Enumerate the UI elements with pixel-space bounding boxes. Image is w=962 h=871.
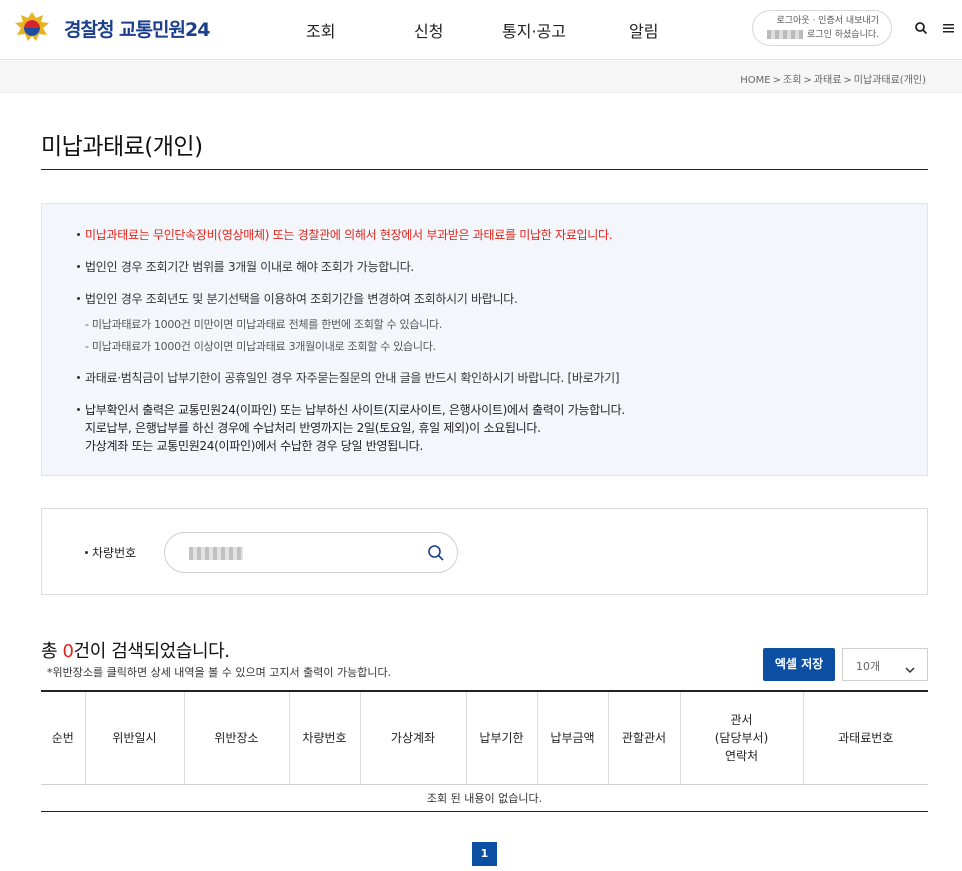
notice-line-3-sub-2: - 미납과태료가 1000건 이상이면 미납과태료 3개월이내로 조회할 수 있… (85, 340, 436, 353)
col-header-amount: 납부금액 (536, 690, 608, 785)
login-status-text: 로그인 하셨습니다. (807, 30, 879, 40)
notice-line-4: 과태료·범칙금이 납부기한이 공휴일인 경우 자주묻는질문의 안내 글을 반드시… (85, 369, 620, 386)
breadcrumb-fine[interactable]: 과태료 (814, 75, 842, 86)
notice-line-3-sub-1: - 미납과태료가 1000건 미만이면 미납과태료 전체를 한번에 조회할 수 … (85, 318, 443, 331)
breadcrumb-current: 미납과태료(개인) (853, 75, 926, 86)
search-submit-icon[interactable] (427, 544, 445, 562)
col-header-seq: 순번 (41, 690, 85, 785)
faq-shortcut-link[interactable]: [바로가기] (568, 371, 620, 385)
result-note: *위반장소를 클릭하면 상세 내역을 볼 수 있으며 고지서 출력이 가능합니다… (47, 666, 392, 679)
bullet (77, 376, 80, 379)
notice-line-4-text: 과태료·범칙금이 납부기한이 공휴일인 경우 자주묻는질문의 안내 글을 반드시… (85, 371, 565, 385)
bullet (77, 297, 80, 300)
logout-export-links[interactable]: 로그아웃 · 인증서 내보내기 (753, 14, 879, 28)
result-count-number: 0 (62, 641, 74, 662)
nav-item-inquiry[interactable]: 조회 (306, 18, 335, 42)
site-logo[interactable]: 경찰청 교통민원24 (12, 10, 210, 46)
bullet (77, 408, 80, 411)
bullet (77, 233, 80, 236)
breadcrumb-bar: HOME > 조회 > 과태료 > 미납과태료(개인) (0, 61, 962, 93)
notice-line-5a: 납부확인서 출력은 교통민원24(이파인) 또는 납부하신 사이트(지로사이트,… (85, 403, 625, 417)
table-header-row: 순번 위반일시 위반장소 차량번호 가상계좌 납부기한 납부금액 관할관서 관서… (41, 690, 928, 785)
excel-export-button[interactable]: 엑셀 저장 (763, 648, 835, 681)
empty-result-text: 조회 된 내용이 없습니다. (41, 784, 928, 812)
vehicle-number-label: 차량번호 (92, 546, 137, 560)
police-emblem-icon (12, 10, 52, 46)
login-status-box[interactable]: 로그아웃 · 인증서 내보내기 로그인 하셨습니다. (752, 10, 892, 46)
page-size-value: 10개 (856, 660, 881, 673)
search-icon[interactable] (914, 20, 930, 36)
breadcrumb-home[interactable]: HOME (740, 75, 770, 86)
result-count: 총 0건이 검색되었습니다. (41, 637, 230, 663)
col-header-violation-datetime: 위반일시 (84, 690, 184, 785)
col-header-due-date: 납부기한 (465, 690, 537, 785)
site-header: 경찰청 교통민원24 조회 신청 통지·공고 알림 로그아웃 · 인증서 내보내… (0, 0, 962, 60)
col-header-violation-place: 위반장소 (183, 690, 289, 785)
notice-line-5c: 가상계좌 또는 교통민원24(이파인)에서 수납한 경우 당일 반영됩니다. (85, 439, 424, 453)
breadcrumb: HOME > 조회 > 과태료 > 미납과태료(개인) (740, 75, 926, 86)
result-count-prefix: 총 (41, 641, 63, 662)
logo-text: 경찰청 교통민원24 (64, 18, 210, 41)
col-header-fine-number: 과태료번호 (802, 690, 928, 785)
col-header-virtual-account: 가상계좌 (359, 690, 466, 785)
bullet (85, 551, 88, 554)
col-header-office-contact: 관서 (담당부서) 연락처 (679, 690, 803, 785)
redacted-username (767, 30, 804, 39)
title-divider (41, 169, 928, 170)
notice-line-1: 미납과태료는 무인단속장비(영상매체) 또는 경찰관에 의해서 현장에서 부과받… (85, 228, 613, 242)
table-empty-row: 조회 된 내용이 없습니다. (41, 784, 928, 812)
vehicle-number-input[interactable] (164, 532, 458, 573)
notice-line-2: 법인인 경우 조회기간 범위를 3개월 이내로 해야 조회가 가능합니다. (85, 260, 414, 274)
result-count-suffix: 건이 검색되었습니다. (73, 641, 230, 662)
nav-item-alert[interactable]: 알림 (629, 18, 658, 42)
pagination-page-1[interactable]: 1 (472, 842, 497, 866)
page-size-select[interactable]: 10개 (842, 648, 928, 681)
nav-item-notice[interactable]: 통지·공고 (502, 18, 566, 42)
col-header-jurisdiction: 관할관서 (607, 690, 680, 785)
page-title: 미납과태료(개인) (41, 134, 203, 160)
chevron-down-icon (905, 660, 915, 674)
nav-item-application[interactable]: 신청 (414, 18, 443, 42)
notice-line-5b: 지로납부, 은행납부를 하신 경우에 수납처리 반영까지는 2일(토요일, 휴일… (85, 421, 541, 435)
search-panel: 차량번호 (41, 508, 928, 595)
hamburger-menu-icon[interactable] (943, 20, 959, 36)
col-header-vehicle-number: 차량번호 (288, 690, 360, 785)
breadcrumb-inquiry[interactable]: 조회 (783, 75, 801, 86)
notice-box: 미납과태료는 무인단속장비(영상매체) 또는 경찰관에 의해서 현장에서 부과받… (41, 203, 928, 476)
bullet (77, 265, 80, 268)
redacted-vehicle-number (189, 547, 243, 560)
fine-results-table: 순번 위반일시 위반장소 차량번호 가상계좌 납부기한 납부금액 관할관서 관서… (41, 690, 928, 812)
notice-line-3: 법인인 경우 조회년도 및 분기선택을 이용하여 조회기간을 변경하여 조회하시… (85, 292, 518, 306)
